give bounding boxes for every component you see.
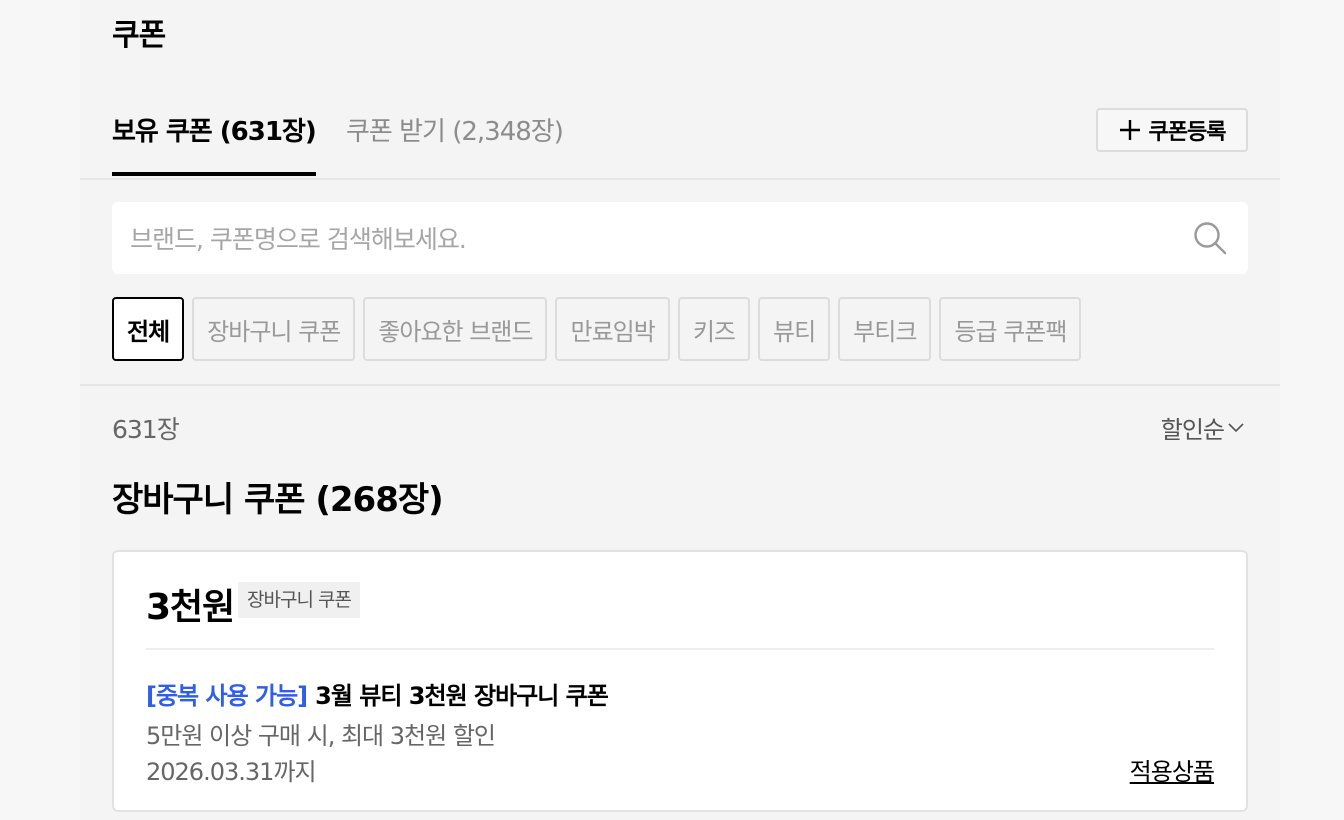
stackable-tag: [중복 사용 가능] [146, 682, 308, 710]
coupon-count: 631장 [112, 415, 180, 444]
filter-chip-boutique[interactable]: 부티크 [838, 297, 932, 361]
coupon-expiry: 2026.03.31까지 [146, 758, 317, 786]
filter-chip-beauty[interactable]: 뷰티 [757, 297, 831, 361]
filter-chip-expiring-soon[interactable]: 만료임박 [555, 297, 670, 361]
search-bar [112, 202, 1248, 276]
applicable-products-link[interactable]: 적용상품 [1130, 752, 1215, 787]
filter-chip-all[interactable]: 전체 [112, 297, 185, 361]
tab-owned-coupons[interactable]: 보유 쿠폰 (631장) [112, 113, 317, 176]
coupon-name: 3월 뷰티 3천원 장바구니 쿠폰 [315, 682, 609, 710]
sort-label: 할인순 [1160, 416, 1225, 444]
coupon-divider [146, 648, 1214, 650]
plus-icon [1119, 119, 1141, 141]
filter-chip-kids[interactable]: 키즈 [677, 297, 750, 361]
coupon-card: 3천원 장바구니 쿠폰 [중복 사용 가능] 3월 뷰티 3천원 장바구니 쿠폰 … [112, 550, 1248, 812]
coupon-panel: 쿠폰 보유 쿠폰 (631장) 쿠폰 받기 (2,348장) 쿠폰등록 전체 장… [80, 0, 1280, 820]
coupon-type-badge: 장바구니 쿠폰 [238, 582, 360, 618]
filter-chips: 전체 장바구니 쿠폰 좋아요한 브랜드 만료임박 키즈 뷰티 부티크 등급 쿠폰… [112, 297, 1082, 361]
register-coupon-label: 쿠폰등록 [1148, 120, 1227, 145]
search-icon[interactable] [1192, 220, 1228, 256]
section-title: 장바구니 쿠폰 (268장) [112, 480, 444, 520]
search-input[interactable] [128, 202, 1172, 276]
sort-dropdown[interactable]: 할인순 [1161, 410, 1244, 445]
coupon-name-line: [중복 사용 가능] 3월 뷰티 3천원 장바구니 쿠폰 [146, 676, 609, 711]
coupon-amount: 3천원 [146, 587, 235, 628]
filter-chip-tier-coupon-pack[interactable]: 등급 쿠폰팩 [939, 297, 1082, 361]
section-divider [80, 384, 1280, 386]
coupon-tabs: 보유 쿠폰 (631장) 쿠폰 받기 (2,348장) 쿠폰등록 [80, 100, 1280, 180]
coupon-condition: 5만원 이상 구매 시, 최대 3천원 할인 [146, 722, 496, 750]
tab-get-coupons[interactable]: 쿠폰 받기 (2,348장) [346, 113, 564, 175]
filter-chip-cart-coupon[interactable]: 장바구니 쿠폰 [192, 297, 356, 361]
register-coupon-button[interactable]: 쿠폰등록 [1096, 108, 1248, 152]
page-title: 쿠폰 [112, 18, 166, 53]
chevron-down-icon [1228, 422, 1244, 433]
filter-chip-liked-brands[interactable]: 좋아요한 브랜드 [363, 297, 548, 361]
